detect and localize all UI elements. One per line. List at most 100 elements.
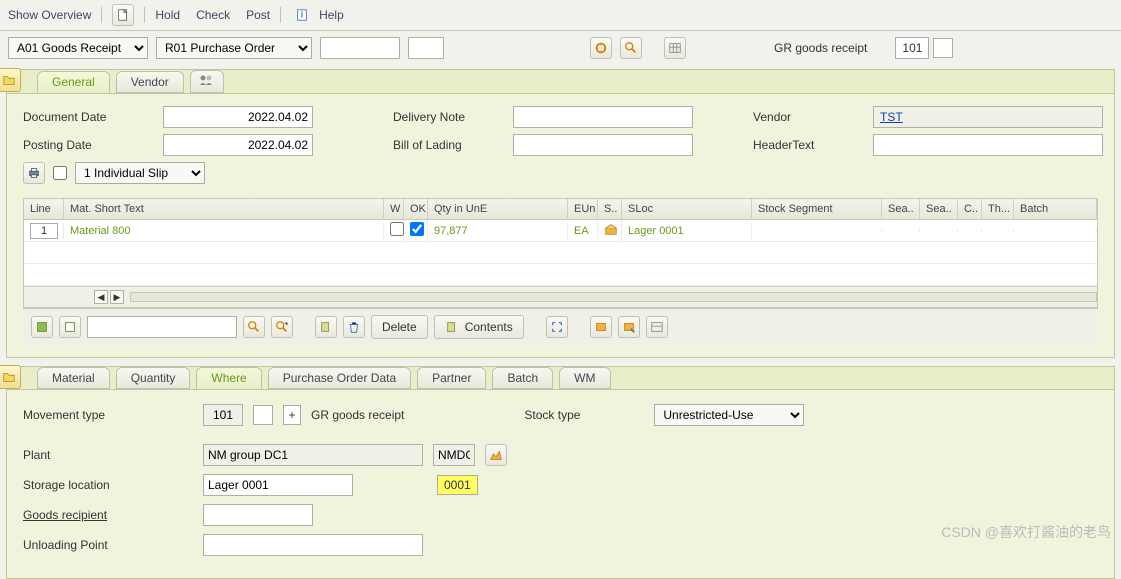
tab-quantity[interactable]: Quantity (116, 367, 191, 389)
col-line[interactable]: Line (24, 199, 64, 219)
qty-cell[interactable]: 97,877 (428, 223, 568, 239)
mvt-help-icon[interactable] (253, 405, 273, 425)
small-box-1[interactable] (933, 38, 953, 58)
gr-label: GR goods receipt (774, 41, 867, 55)
plus-icon[interactable]: + (283, 405, 301, 425)
mvt-label: Movement type (23, 408, 193, 422)
new-doc-icon[interactable] (112, 4, 134, 26)
doc-date-label: Document Date (23, 110, 153, 124)
doc-date-input[interactable] (163, 106, 313, 128)
plant-label: Plant (23, 448, 193, 462)
table-row[interactable]: 1 Material 800 97,877 EA Lager 0001 (24, 220, 1097, 242)
tab-contact-icon[interactable] (190, 70, 224, 93)
trash-icon[interactable] (343, 316, 365, 338)
filter-input[interactable] (87, 316, 237, 338)
print-checkbox[interactable] (53, 166, 67, 180)
tab-where[interactable]: Where (196, 367, 261, 389)
find-icon[interactable] (620, 37, 642, 59)
tab-vendor[interactable]: Vendor (116, 71, 184, 93)
table-scroll[interactable]: ◀▶ (24, 286, 1097, 307)
w-checkbox[interactable] (390, 222, 404, 236)
find-next-icon[interactable] (271, 316, 293, 338)
bill-input[interactable] (513, 134, 693, 156)
detail-tabs: Material Quantity Where Purchase Order D… (37, 367, 1114, 389)
plant-search-icon[interactable] (485, 444, 507, 466)
sloc-label: Storage location (23, 478, 193, 492)
action-row: A01 Goods Receipt R01 Purchase Order GR … (0, 31, 1121, 65)
tab-partner[interactable]: Partner (417, 367, 486, 389)
watermark: CSDN @喜欢打酱油的老鸟 (941, 522, 1111, 542)
col-sloc[interactable]: SLoc (622, 199, 752, 219)
recipient-label[interactable]: Goods recipient (23, 508, 193, 522)
unload-input[interactable] (203, 534, 423, 556)
unload-label: Unloading Point (23, 538, 193, 552)
execute-icon[interactable] (590, 37, 612, 59)
col-sea2[interactable]: Sea.. (920, 199, 958, 219)
settings3-icon[interactable] (646, 316, 668, 338)
show-overview-button[interactable]: Show Overview (8, 8, 91, 22)
col-c[interactable]: C.. (958, 199, 982, 219)
tab-material[interactable]: Material (37, 367, 110, 389)
settings2-icon[interactable] (618, 316, 640, 338)
header-panel: General Vendor Document Date Delivery No… (6, 69, 1115, 358)
headertext-label: HeaderText (753, 138, 863, 152)
transaction-select[interactable]: A01 Goods Receipt (8, 37, 148, 59)
tab-pod[interactable]: Purchase Order Data (268, 367, 411, 389)
eun-cell: EA (568, 223, 598, 239)
mvt-desc: GR goods receipt (311, 408, 404, 422)
select-all-icon[interactable] (31, 316, 53, 338)
po-item-input[interactable] (408, 37, 444, 59)
bill-label: Bill of Lading (393, 138, 503, 152)
po-number-input[interactable] (320, 37, 400, 59)
help-button[interactable]: Help (319, 8, 344, 22)
info-icon[interactable]: i (291, 4, 313, 26)
post-button[interactable]: Post (246, 8, 270, 22)
deselect-icon[interactable] (59, 316, 81, 338)
reference-select[interactable]: R01 Purchase Order (156, 37, 312, 59)
col-eun[interactable]: EUn (568, 199, 598, 219)
tab-general[interactable]: General (37, 71, 110, 93)
stock-label: Stock type (524, 408, 644, 422)
grid-icon[interactable] (664, 37, 686, 59)
col-batch[interactable]: Batch (1014, 199, 1097, 219)
col-th[interactable]: Th... (982, 199, 1014, 219)
tab-batch[interactable]: Batch (492, 367, 553, 389)
delete-button[interactable]: Delete (371, 315, 428, 339)
sloc-input[interactable] (203, 474, 353, 496)
main-toolbar: Show Overview Hold Check Post i Help (0, 0, 1121, 31)
mvt-input (203, 404, 243, 426)
copy-icon[interactable] (315, 316, 337, 338)
find2-icon[interactable] (243, 316, 265, 338)
sloc-cell[interactable]: Lager 0001 (622, 223, 752, 239)
collapse-header-icon[interactable] (0, 68, 21, 92)
header-tabs: General Vendor (37, 70, 1114, 93)
col-ok[interactable]: OK (404, 199, 428, 219)
movement-type-code: 101 (895, 37, 929, 59)
headertext-input[interactable] (873, 134, 1103, 156)
delivery-note-input[interactable] (513, 106, 693, 128)
contents-button[interactable]: Contents (434, 315, 524, 339)
stock-type-select[interactable]: Unrestricted-Use (654, 404, 804, 426)
col-sea1[interactable]: Sea.. (882, 199, 920, 219)
vendor-label: Vendor (753, 110, 863, 124)
tab-wm[interactable]: WM (559, 367, 610, 389)
hold-button[interactable]: Hold (155, 8, 180, 22)
stock-icon[interactable] (604, 222, 618, 236)
col-w[interactable]: W (384, 199, 404, 219)
col-seg[interactable]: Stock Segment (752, 199, 882, 219)
mat-cell[interactable]: Material 800 (64, 223, 384, 239)
recipient-input[interactable] (203, 504, 313, 526)
print-icon[interactable] (23, 162, 45, 184)
collapse-detail-icon[interactable] (0, 365, 21, 389)
col-mat[interactable]: Mat. Short Text (64, 199, 384, 219)
col-qty[interactable]: Qty in UnE (428, 199, 568, 219)
vendor-link[interactable]: TST (880, 110, 903, 124)
col-s[interactable]: S.. (598, 199, 622, 219)
check-button[interactable]: Check (196, 8, 230, 22)
ok-checkbox[interactable] (410, 222, 424, 236)
plant-input (203, 444, 423, 466)
slip-select[interactable]: 1 Individual Slip (75, 162, 205, 184)
expand-icon[interactable] (546, 316, 568, 338)
post-date-input[interactable] (163, 134, 313, 156)
settings1-icon[interactable] (590, 316, 612, 338)
